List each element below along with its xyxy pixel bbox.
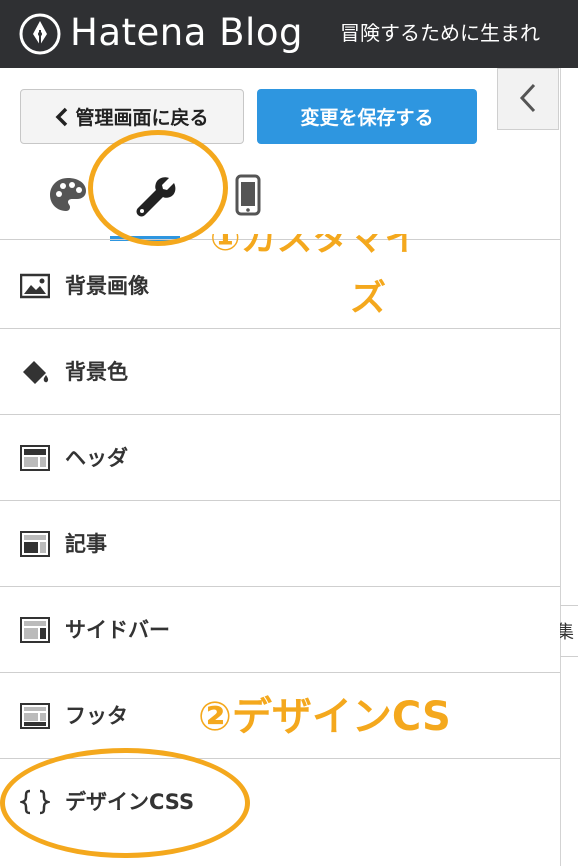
- top-header-bar: Hatena Blog 冒険するために生まれ: [0, 0, 578, 68]
- blog-title[interactable]: 冒険するために生まれ: [340, 18, 540, 48]
- chevron-left-icon: [56, 107, 68, 126]
- menu-item-label: ヘッダ: [65, 446, 128, 470]
- background-page-fragment: 集: [560, 605, 578, 657]
- menu-item-header[interactable]: ヘッダ: [0, 415, 560, 501]
- brand-name[interactable]: Hatena Blog: [70, 8, 303, 58]
- save-changes-button[interactable]: 変更を保存する: [257, 89, 477, 144]
- layout-footer-icon: [20, 703, 50, 729]
- layout-sidebar-icon: [20, 617, 50, 643]
- layout-article-icon: [20, 531, 50, 557]
- palette-icon[interactable]: [48, 176, 88, 214]
- save-button-label: 変更を保存する: [300, 107, 434, 129]
- highlight-ring-design-css: [0, 748, 250, 858]
- smartphone-icon[interactable]: [235, 174, 261, 216]
- fountain-pen-logo-icon: [19, 13, 61, 55]
- collapse-panel-button[interactable]: [497, 68, 559, 130]
- menu-item-label: 背景色: [65, 360, 128, 384]
- annotation-step1-line2: ズ: [350, 278, 387, 319]
- layout-header-icon: [20, 445, 50, 471]
- menu-item-article[interactable]: 記事: [0, 501, 560, 587]
- annotation-step2: ②デザインCS: [198, 694, 451, 740]
- highlight-ring-customize-tab: [88, 130, 228, 246]
- menu-item-label: 記事: [65, 532, 107, 556]
- paint-bucket-icon: [23, 361, 49, 384]
- image-icon: [20, 273, 50, 299]
- menu-item-sidebar[interactable]: サイドバー: [0, 587, 560, 673]
- menu-item-label: フッタ: [65, 704, 128, 728]
- menu-item-background-color[interactable]: 背景色: [0, 329, 560, 415]
- back-button-label: 管理画面に戻る: [75, 107, 209, 129]
- menu-item-label: サイドバー: [65, 618, 170, 642]
- menu-item-label: 背景画像: [65, 274, 149, 298]
- chevron-left-icon: [519, 83, 536, 113]
- clipped-text: 集: [560, 618, 574, 644]
